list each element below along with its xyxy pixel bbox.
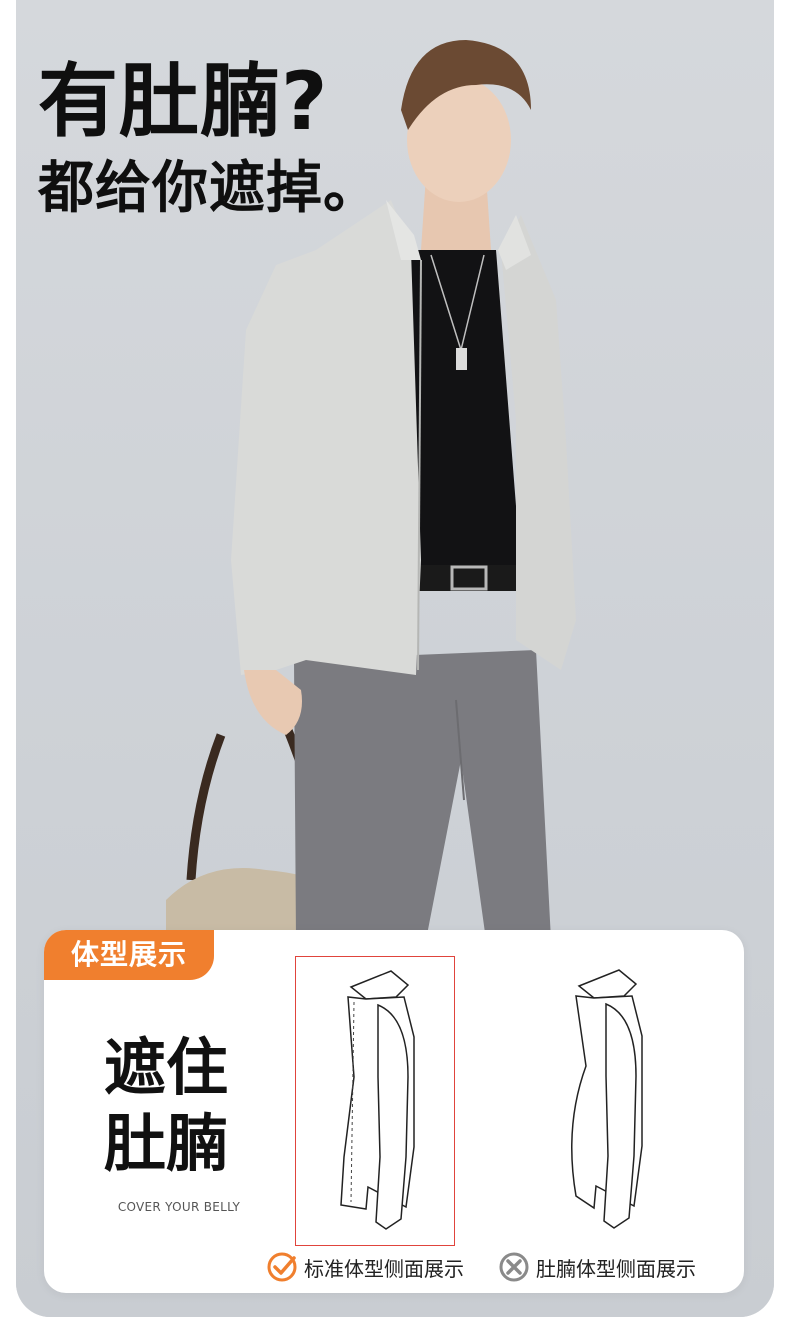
- cover-belly-title-line-1: 遮住: [104, 1031, 229, 1104]
- headline-line-2: 都给你遮掉。: [38, 156, 380, 221]
- cross-circle-icon: [499, 1252, 529, 1282]
- legend-standard: 标准体型侧面展示: [266, 1250, 464, 1284]
- jacket-side-belly-icon: [571, 969, 643, 1229]
- section-tag: 体型展示: [44, 930, 214, 980]
- legend-belly: 肚腩体型侧面展示: [498, 1250, 696, 1284]
- headline-line-1: 有肚腩?: [38, 55, 329, 148]
- body-type-card: 体型展示 遮住 肚腩 COVER YOUR BELLY 标准体型侧面展示 肚腩体…: [44, 930, 744, 1293]
- cover-belly-title-line-2: 肚腩: [104, 1107, 229, 1180]
- legend-standard-label: 标准体型侧面展示: [304, 1256, 464, 1281]
- product-poster: 有肚腩? 都给你遮掉。 体型展示 遮住 肚腩 COVER YOUR BELLY: [16, 0, 774, 1317]
- standard-body-illustration: [295, 956, 455, 1246]
- check-circle-icon: [267, 1252, 297, 1282]
- cover-belly-title: 遮住 肚腩: [104, 1030, 254, 1182]
- cover-belly-subtitle: COVER YOUR BELLY: [117, 1200, 241, 1214]
- belly-body-illustration: [524, 956, 682, 1244]
- headline: 有肚腩? 都给你遮掉。: [38, 54, 380, 224]
- legend-belly-label: 肚腩体型侧面展示: [536, 1256, 696, 1281]
- jacket-side-standard-icon: [340, 970, 415, 1230]
